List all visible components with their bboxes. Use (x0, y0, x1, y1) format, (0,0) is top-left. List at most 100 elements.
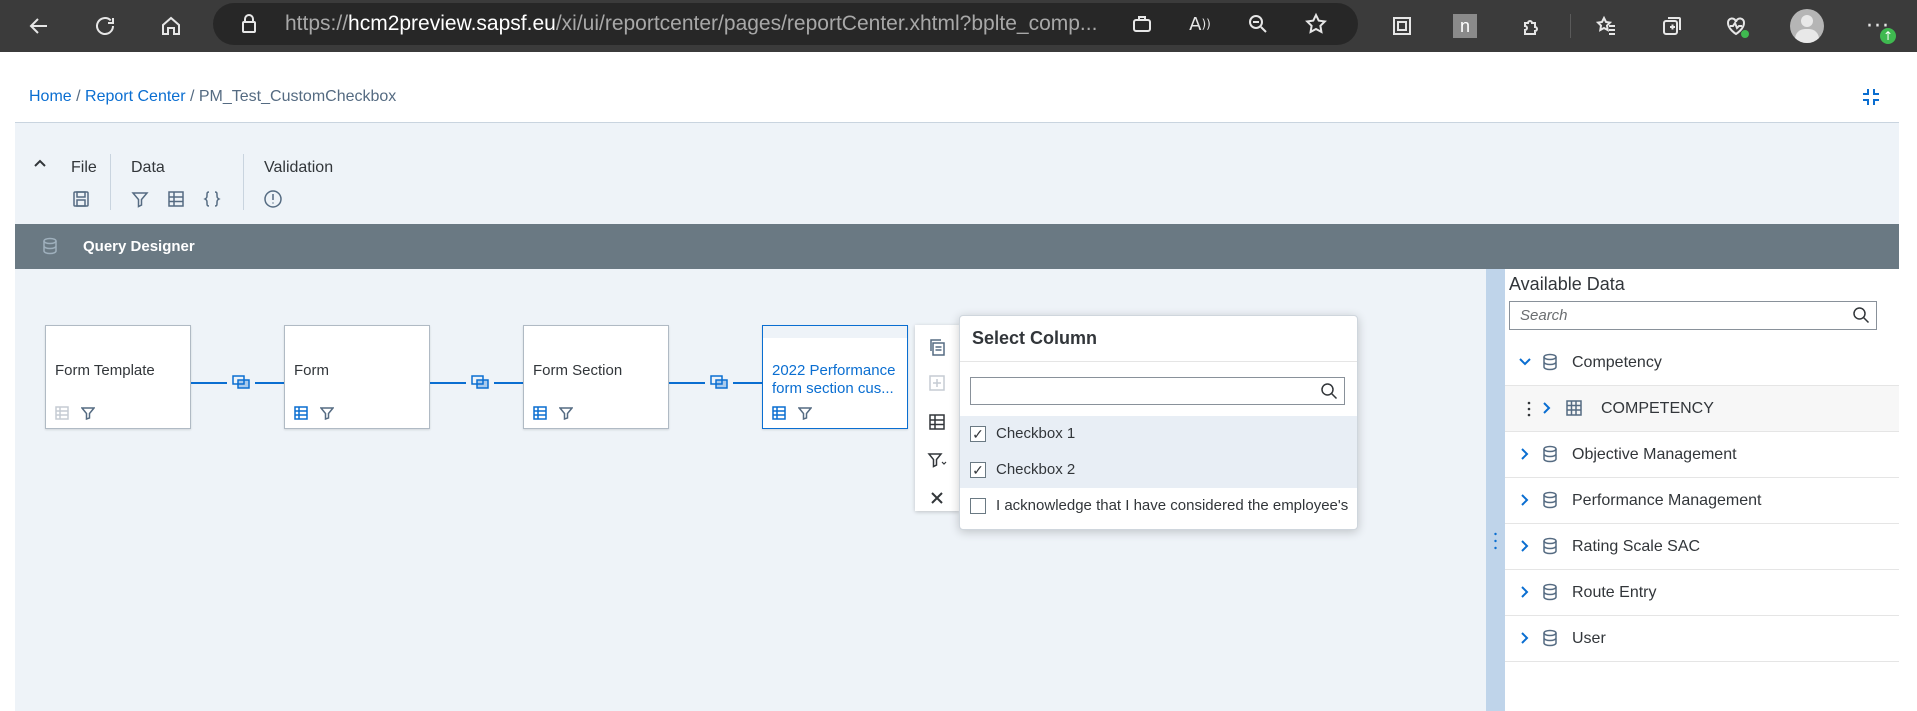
read-aloud-icon[interactable]: A)) (1184, 8, 1216, 40)
node-form[interactable]: Form (284, 325, 430, 429)
favorites-icon[interactable] (1590, 10, 1622, 42)
database-icon (1541, 491, 1559, 509)
table-columns-icon[interactable] (772, 406, 786, 420)
chevron-right-icon[interactable] (1517, 538, 1533, 554)
node-label: Form Template (55, 362, 155, 379)
database-icon (1541, 445, 1559, 463)
column-option[interactable]: ✓ Checkbox 1 (960, 416, 1357, 452)
option-label: I acknowledge that I have considered the… (996, 497, 1349, 514)
connector-line (430, 382, 466, 384)
breadcrumb-current: PM_Test_CustomCheckbox (198, 88, 397, 105)
more-options-icon[interactable]: ··· ↑ (1862, 10, 1896, 44)
profile-avatar[interactable] (1789, 8, 1825, 44)
chevron-right-icon[interactable] (1517, 492, 1533, 508)
app-available-icon[interactable] (1126, 8, 1158, 40)
splitter-grip-icon[interactable] (1494, 531, 1497, 551)
file-group-label: File (71, 159, 97, 176)
address-bar[interactable]: https://hcm2preview.sapsf.eu/xi/ui/repor… (213, 3, 1358, 45)
browser-essentials-icon[interactable] (1720, 10, 1752, 42)
column-option[interactable]: I acknowledge that I have considered the… (960, 488, 1357, 524)
save-icon[interactable] (71, 189, 91, 209)
url-path: /xi/ui/reportcenter/pages/reportCenter.x… (555, 12, 1098, 35)
connector-line (494, 382, 523, 384)
extensions-puzzle-icon[interactable] (1516, 10, 1548, 42)
chevron-down-icon[interactable] (1517, 354, 1533, 370)
column-option[interactable]: ✓ Checkbox 2 (960, 452, 1357, 488)
close-icon[interactable] (927, 488, 947, 508)
lock-icon[interactable] (233, 8, 265, 40)
extension-screen-icon[interactable] (1386, 10, 1418, 42)
status-dot (1741, 30, 1749, 38)
validate-warning-icon[interactable] (263, 189, 283, 209)
exit-fullscreen-icon[interactable] (1861, 87, 1881, 107)
chevron-right-icon[interactable] (1539, 400, 1555, 416)
connector-line (191, 382, 227, 384)
update-badge-icon: ↑ (1880, 28, 1896, 44)
toolbar-divider (243, 154, 244, 210)
database-icon (1541, 629, 1559, 647)
filter-dropdown-icon[interactable] (927, 450, 947, 470)
filter-icon[interactable] (81, 406, 95, 420)
node-selected-strip (763, 326, 907, 338)
panel-title: Available Data (1509, 274, 1625, 294)
tree-item-label: Rating Scale SAC (1572, 538, 1701, 555)
checkbox-checked[interactable]: ✓ (970, 462, 986, 478)
database-icon (1541, 537, 1559, 555)
table-columns-icon[interactable] (533, 406, 547, 420)
report-center-shell: Home / Report Center / PM_Test_CustomChe… (15, 72, 1899, 711)
tree-item-rating-scale-sac[interactable]: Rating Scale SAC (1505, 524, 1899, 570)
back-icon[interactable] (23, 10, 55, 42)
filter-icon[interactable] (320, 406, 334, 420)
column-search-input[interactable] (970, 377, 1345, 405)
tree-item-competency-table[interactable]: COMPETENCY (1505, 386, 1899, 432)
divider (960, 361, 1357, 362)
node-label: Form Section (533, 362, 623, 379)
collapse-toolbar-icon[interactable] (33, 156, 47, 170)
tree-item-performance-management[interactable]: Performance Management (1505, 478, 1899, 524)
node-performance-form-section[interactable]: 2022 Performance form section cus... (762, 325, 908, 429)
add-join-icon[interactable] (927, 373, 947, 393)
checkbox-checked[interactable]: ✓ (970, 426, 986, 442)
breadcrumb: Home / Report Center / PM_Test_CustomChe… (29, 72, 396, 122)
search-icon[interactable] (1320, 382, 1338, 400)
filter-icon[interactable] (559, 406, 573, 420)
node-form-template[interactable]: Form Template (45, 325, 191, 429)
url-prefix: https:// (285, 12, 349, 35)
select-column-popover: Select Column ✓ Checkbox 1 ✓ Checkbox 2 … (959, 315, 1358, 530)
join-icon[interactable] (709, 374, 729, 390)
tree-item-competency[interactable]: Competency (1505, 340, 1899, 386)
tree-item-label: Performance Management (1572, 492, 1762, 509)
available-data-search-input[interactable]: Search (1509, 301, 1877, 330)
drag-handle-icon[interactable] (1527, 400, 1531, 418)
database-icon (1541, 353, 1559, 371)
chevron-right-icon[interactable] (1517, 584, 1533, 600)
table-columns-icon[interactable] (166, 189, 186, 209)
panel-splitter[interactable] (1486, 269, 1505, 711)
available-data-panel: Available Data Search Competency COMPETE… (1505, 269, 1899, 711)
node-form-section[interactable]: Form Section (523, 325, 669, 429)
search-icon[interactable] (1852, 306, 1870, 324)
collections-icon[interactable] (1656, 10, 1688, 42)
connector-line (669, 382, 705, 384)
favorite-star-icon[interactable] (1300, 8, 1332, 40)
copy-icon[interactable] (927, 337, 947, 357)
zoom-out-icon[interactable] (1242, 8, 1274, 40)
filter-icon[interactable] (798, 406, 812, 420)
table-columns-icon[interactable] (294, 406, 308, 420)
tree-item-route-entry[interactable]: Route Entry (1505, 570, 1899, 616)
chevron-right-icon[interactable] (1517, 630, 1533, 646)
code-braces-icon[interactable] (202, 189, 222, 209)
home-icon[interactable] (155, 10, 187, 42)
breadcrumb-home-link[interactable]: Home (29, 88, 72, 105)
filter-icon[interactable] (130, 189, 150, 209)
extension-n-icon[interactable]: n (1449, 10, 1481, 42)
refresh-icon[interactable] (89, 10, 121, 42)
tree-item-user[interactable]: User (1505, 616, 1899, 662)
checkbox-unchecked[interactable] (970, 498, 986, 514)
join-icon[interactable] (231, 374, 251, 390)
tree-item-objective-management[interactable]: Objective Management (1505, 432, 1899, 478)
join-icon[interactable] (470, 374, 490, 390)
table-columns-icon[interactable] (927, 412, 947, 432)
chevron-right-icon[interactable] (1517, 446, 1533, 462)
breadcrumb-report-center-link[interactable]: Report Center (85, 88, 186, 105)
